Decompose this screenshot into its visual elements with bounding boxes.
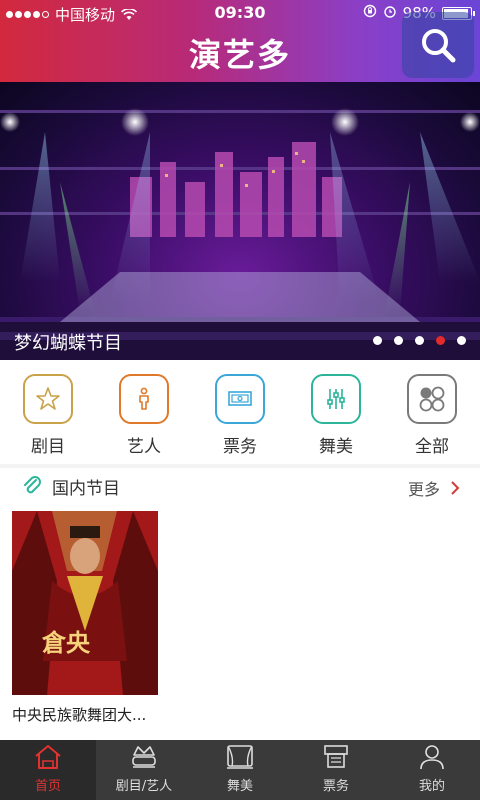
tab-stage-design[interactable]: 舞美 [192, 740, 288, 800]
category-tickets[interactable]: 票务 [192, 360, 288, 464]
tab-profile[interactable]: 我的 [384, 740, 480, 800]
app-root: 中国移动 09:30 98% 演艺多 [0, 0, 480, 800]
tab-label: 剧目/艺人 [115, 779, 173, 794]
more-link[interactable]: 更多 [408, 476, 460, 500]
home-icon [35, 745, 61, 769]
poster-image [12, 511, 158, 695]
tab-label: 首页 [34, 779, 61, 794]
paperclip-icon [24, 476, 41, 494]
banner-caption-bar: 梦幻蝴蝶节目 [0, 322, 480, 360]
search-button[interactable] [402, 12, 474, 78]
banner-carousel[interactable]: 梦幻蝴蝶节目 [0, 82, 480, 360]
category-all[interactable]: 全部 [384, 360, 480, 464]
pager-dot[interactable] [415, 336, 424, 345]
tab-label: 我的 [418, 779, 445, 794]
header: 中国移动 09:30 98% 演艺多 [0, 0, 480, 82]
banner-caption: 梦幻蝴蝶节目 [14, 333, 122, 354]
ticket-icon [215, 374, 265, 424]
banner-pager[interactable] [373, 336, 466, 345]
rotation-lock-icon [363, 4, 377, 22]
pager-dot[interactable] [394, 336, 403, 345]
tab-label: 票务 [322, 779, 349, 794]
search-icon [422, 29, 456, 63]
tab-home[interactable]: 首页 [0, 740, 96, 800]
category-label: 剧目 [31, 437, 65, 457]
category-label: 票务 [223, 437, 257, 457]
crown-icon [132, 746, 156, 768]
pager-dot-active[interactable] [436, 336, 445, 345]
grid-icon [407, 374, 457, 424]
bottom-tab-bar: 首页 剧目/艺人 舞美 票务 我的 [0, 740, 480, 800]
pager-dot[interactable] [373, 336, 382, 345]
category-plays[interactable]: 剧目 [0, 360, 96, 464]
alarm-icon [383, 4, 397, 22]
category-label: 全部 [415, 437, 449, 457]
category-label: 舞美 [319, 437, 353, 457]
tab-label: 舞美 [226, 779, 253, 794]
category-row: 剧目 艺人 票务 舞美 全部 [0, 360, 480, 464]
domestic-programs-section: 国内节目 更多 倉央 中央民族歌舞团大... [0, 468, 480, 740]
more-label: 更多 [407, 480, 440, 499]
chevron-right-icon [451, 481, 460, 495]
ticket-box-icon [324, 745, 348, 768]
category-stage-design[interactable]: 舞美 [288, 360, 384, 464]
star-icon [23, 374, 73, 424]
program-caption[interactable]: 中央民族歌舞团大... [12, 704, 146, 725]
user-icon [420, 745, 444, 770]
section-title: 国内节目 [52, 478, 120, 499]
category-label: 艺人 [127, 437, 161, 457]
sliders-icon [311, 374, 361, 424]
program-poster[interactable]: 倉央 [12, 511, 158, 695]
banner-image [0, 108, 480, 360]
poster-title: 倉央 [42, 628, 90, 657]
person-icon [119, 374, 169, 424]
pager-dot[interactable] [457, 336, 466, 345]
stage-icon [227, 745, 253, 769]
category-artists[interactable]: 艺人 [96, 360, 192, 464]
tab-plays-artists[interactable]: 剧目/艺人 [96, 740, 192, 800]
tab-tickets[interactable]: 票务 [288, 740, 384, 800]
